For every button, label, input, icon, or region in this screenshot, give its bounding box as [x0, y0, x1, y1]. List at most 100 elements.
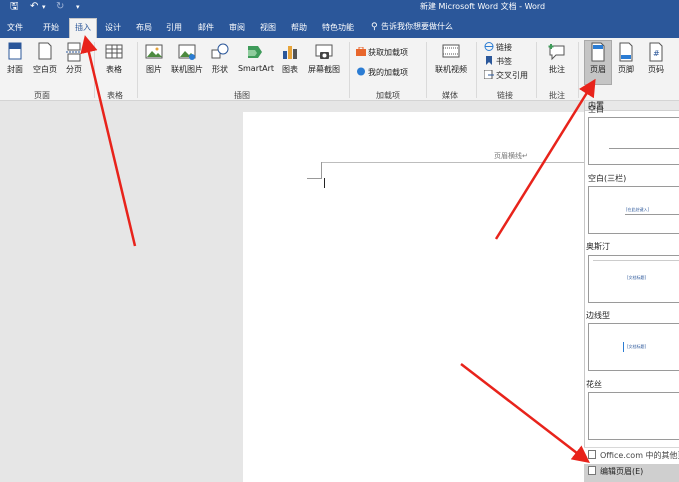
title-bar: 🖫 ↶ ▾ ↻ ▾ 新建 Microsoft Word 文档 - Word	[0, 0, 679, 15]
smartart-label: SmartArt	[237, 64, 275, 73]
document-page[interactable]	[243, 112, 588, 482]
gallery-item-austin[interactable]: [文档标题]	[588, 255, 679, 303]
screenshot-icon	[315, 44, 333, 59]
group-separator	[578, 42, 579, 98]
ribbon-tab-bar: 文件 开始 插入 设计 布局 引用 邮件 审阅 视图 帮助 特色功能 ⚲ 告诉我你…	[0, 15, 679, 38]
page-icon	[588, 450, 596, 459]
link-label: 链接	[496, 43, 512, 52]
screenshot-label: 屏幕截图	[308, 65, 340, 74]
tell-me-search[interactable]: ⚲ 告诉我你想要做什么	[371, 20, 453, 34]
header-rule-line	[322, 162, 587, 163]
table-button[interactable]: 表格	[100, 42, 128, 75]
get-addins-label: 获取加载项	[368, 48, 408, 57]
header-line-preview	[625, 214, 679, 215]
tab-mailings[interactable]: 邮件	[194, 19, 218, 38]
gallery-item-sideline[interactable]: [文档标题]	[588, 323, 679, 371]
save-icon[interactable]: 🖫	[10, 1, 19, 13]
online-picture-label: 联机图片	[171, 65, 203, 74]
footer-label: 页脚	[618, 65, 634, 74]
blank-page-button[interactable]: 空白页	[30, 42, 60, 75]
group-separator	[137, 42, 138, 98]
shapes-button[interactable]: 形状	[208, 42, 232, 75]
tab-review[interactable]: 审阅	[224, 19, 250, 38]
group-separator	[94, 42, 95, 98]
tab-view[interactable]: 视图	[256, 19, 280, 38]
group-separator	[536, 42, 537, 98]
chart-button[interactable]: 图表	[278, 42, 302, 75]
page-number-button[interactable]: # 页码	[643, 42, 669, 75]
comment-icon	[548, 44, 565, 61]
group-comments-label: 批注	[549, 91, 565, 100]
undo-dropdown-icon[interactable]: ▾	[42, 1, 46, 13]
tab-insert[interactable]: 插入	[69, 18, 97, 38]
redo-icon[interactable]: ↻	[56, 1, 64, 13]
screenshot-button[interactable]: 屏幕截图	[305, 42, 343, 75]
tab-help[interactable]: 帮助	[287, 19, 311, 38]
tab-layout[interactable]: 布局	[132, 19, 156, 38]
gallery-item-filigree-label: 花丝	[586, 380, 602, 389]
gallery-item-blank[interactable]	[588, 117, 679, 165]
blank-page-label: 空白页	[33, 65, 57, 74]
group-media-label: 媒体	[442, 91, 458, 100]
lightbulb-icon: ⚲	[371, 22, 378, 32]
bookmark-label: 书签	[496, 57, 512, 66]
gallery-item-austin-label: 奥斯汀	[586, 242, 610, 251]
customize-quick-access-icon[interactable]: ▾	[76, 1, 80, 13]
group-links-label: 链接	[497, 91, 513, 100]
table-label: 表格	[106, 65, 122, 74]
header-line-preview	[609, 148, 679, 149]
tab-references[interactable]: 引用	[162, 19, 186, 38]
tab-home[interactable]: 开始	[38, 19, 64, 38]
cover-button[interactable]: 封面	[3, 42, 27, 75]
chart-icon	[283, 46, 297, 59]
tab-file[interactable]: 文件	[3, 19, 27, 38]
header-text[interactable]: 页眉横线↵	[494, 151, 528, 161]
edit-header-item[interactable]: 编辑页眉(E)	[584, 464, 679, 482]
page-number-icon: #	[649, 42, 663, 62]
text-cursor	[324, 178, 325, 188]
sideline-preview	[623, 342, 624, 352]
gallery-item-blank-label: 空白	[588, 105, 604, 114]
header-button[interactable]: 页眉	[586, 42, 610, 75]
bookmark-button[interactable]: 书签	[484, 56, 512, 67]
more-office-headers-item[interactable]: Office.com 中的其他页眉(M)	[584, 447, 679, 464]
cross-reference-button[interactable]: 交叉引用	[484, 70, 528, 81]
placeholder-preview: [在此处键入]	[626, 207, 650, 212]
ribbon-insert: 封面 空白页 分页 页面 表格 表格 图片 联机图片 形状 SmartArt 图…	[0, 38, 679, 101]
tab-special-features[interactable]: 特色功能	[318, 19, 358, 38]
picture-icon	[145, 44, 163, 59]
footer-button[interactable]: 页脚	[614, 42, 638, 75]
placeholder-preview: [文档标题]	[627, 275, 647, 280]
gallery-item-sideline-label: 边线型	[586, 311, 610, 320]
smartart-button[interactable]: SmartArt	[236, 42, 276, 73]
gallery-item-three-column[interactable]: [在此处键入]	[588, 186, 679, 234]
picture-button[interactable]: 图片	[142, 42, 166, 75]
group-separator	[349, 42, 350, 98]
gallery-item-three-column-label: 空白(三栏)	[588, 174, 627, 183]
gallery-item-filigree[interactable]	[588, 392, 679, 440]
comment-button[interactable]: 批注	[544, 42, 570, 75]
online-video-button[interactable]: 联机视频	[431, 42, 471, 75]
link-button[interactable]: 链接	[484, 42, 512, 53]
tab-design[interactable]: 设计	[101, 19, 125, 38]
cross-reference-label: 交叉引用	[496, 71, 528, 80]
page-break-button[interactable]: 分页	[62, 42, 86, 75]
bookmark-icon	[486, 56, 492, 65]
placeholder-preview: [文档标题]	[627, 344, 647, 349]
page-icon	[588, 466, 596, 475]
my-addins-button[interactable]: 我的加载项	[356, 67, 408, 78]
group-tables-label: 表格	[107, 91, 123, 100]
get-addins-button[interactable]: 获取加载项	[356, 47, 408, 58]
margin-crop-mark	[321, 162, 322, 178]
online-picture-button[interactable]: 联机图片	[168, 42, 206, 75]
window-title: 新建 Microsoft Word 文档 - Word	[420, 2, 546, 11]
undo-icon[interactable]: ↶	[30, 1, 38, 13]
header-icon	[591, 42, 605, 62]
chart-label: 图表	[282, 65, 298, 74]
edit-header-label: 编辑页眉(E)	[600, 467, 644, 476]
margin-crop-mark	[307, 178, 322, 179]
table-icon	[105, 44, 123, 59]
blank-page-icon	[38, 42, 52, 60]
group-pages-label: 页面	[34, 91, 50, 100]
picture-label: 图片	[146, 65, 162, 74]
